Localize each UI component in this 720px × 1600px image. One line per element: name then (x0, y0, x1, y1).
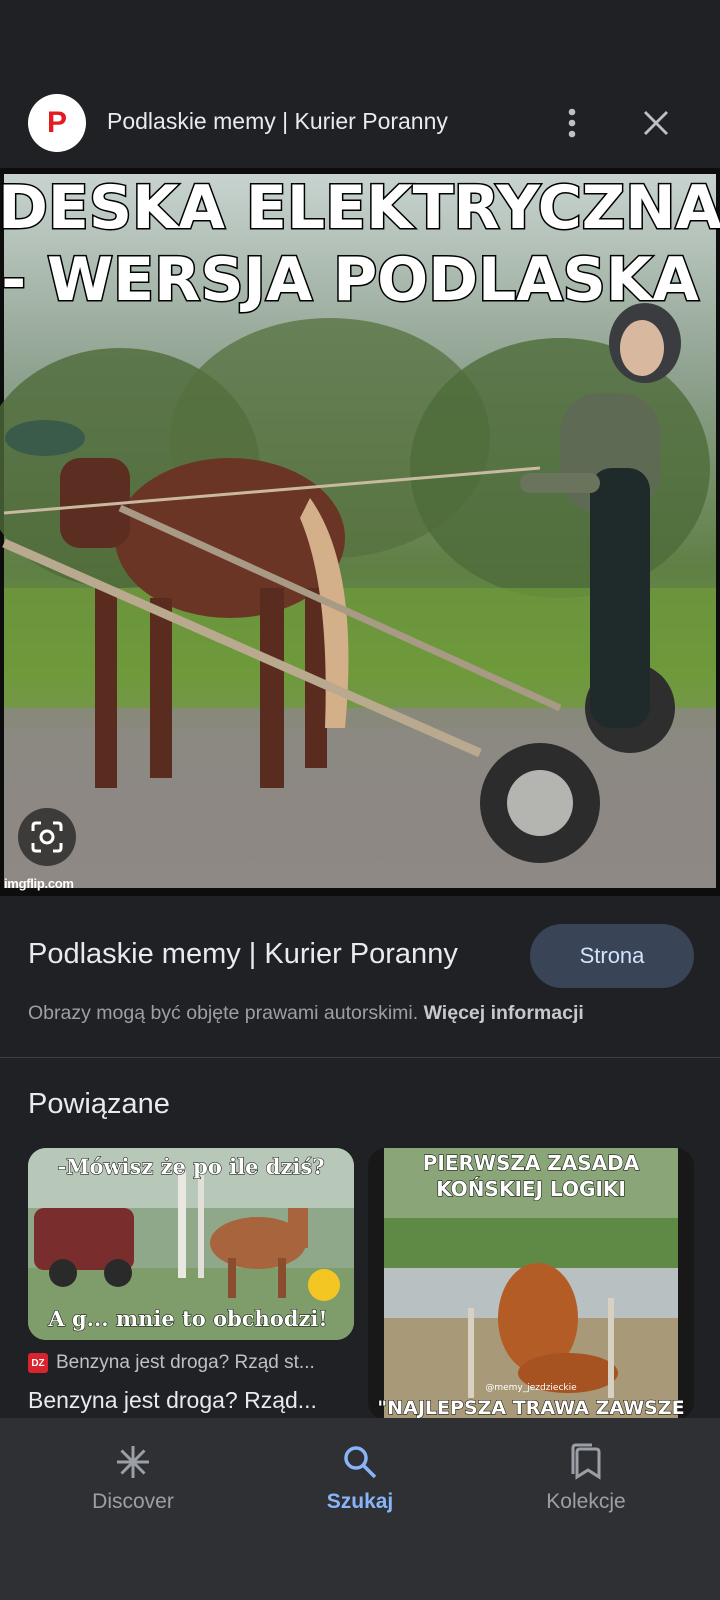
related-card-bottom-text: "NAJLEPSZA TRAWA ZAWSZE (377, 1397, 684, 1419)
top-bar: P Podlaskie memy | Kurier Poranny (0, 78, 720, 168)
more-info-link[interactable]: Więcej informacji (424, 1002, 584, 1024)
image-watermark: imgflip.com (4, 876, 74, 891)
related-card-credit: @memy_jezdzieckie (485, 1383, 577, 1393)
status-bar (0, 0, 720, 78)
visit-site-button[interactable]: Strona (530, 924, 694, 988)
related-card-top-text: -Mówisz że po ile dziś? (57, 1154, 324, 1179)
site-logo[interactable]: P (28, 94, 86, 152)
source-favicon: DZ (28, 1353, 48, 1373)
related-card-top-text: PIERWSZA ZASADA (423, 1151, 640, 1175)
nav-label: Szukaj (326, 1490, 394, 1513)
bottom-nav: Discover Szukaj Kolekcje (0, 1418, 720, 1600)
lens-button[interactable] (18, 808, 76, 866)
copyright-text: Obrazy mogą być objęte prawami autorskim… (28, 1002, 419, 1024)
bookmarks-icon (571, 1443, 601, 1480)
nav-collections[interactable]: Kolekcje (506, 1440, 666, 1514)
source-name: Benzyna jest droga? Rząd st... (56, 1352, 315, 1373)
search-icon (344, 1446, 377, 1479)
related-card-picture: PIERWSZA ZASADA KOŃSKIEJ LOGIKI @memy_je… (368, 1148, 694, 1420)
meme-picture: DESKA ELEKTRYCZNA - WERSJA PODLASKA (0, 172, 720, 888)
page-title: Podlaskie memy | Kurier Poranny (107, 108, 448, 134)
image-source-title[interactable]: Podlaskie memy | Kurier Poranny (28, 938, 458, 971)
more-vert-icon (568, 108, 576, 138)
related-heading: Powiązane (28, 1088, 170, 1120)
nav-label: Kolekcje (546, 1490, 626, 1513)
main-image[interactable]: DESKA ELEKTRYCZNA - WERSJA PODLASKA (0, 168, 720, 896)
nav-discover[interactable]: Discover (53, 1440, 213, 1514)
related-card-top-text: KOŃSKIEJ LOGIKI (436, 1177, 626, 1201)
related-card-image[interactable]: -Mówisz że po ile dziś? A g... mnie to o… (28, 1148, 354, 1340)
more-button[interactable] (552, 100, 592, 146)
related-card-title[interactable]: Benzyna jest droga? Rząd... (28, 1387, 317, 1414)
asterisk-icon (117, 1446, 149, 1478)
close-icon (644, 111, 668, 135)
meme-caption-line1: DESKA ELEKTRYCZNA (0, 173, 720, 243)
copyright-notice: Obrazy mogą być objęte prawami autorskim… (28, 1002, 584, 1025)
nav-search[interactable]: Szukaj (280, 1440, 440, 1514)
related-card-bottom-text: A g... mnie to obchodzi! (47, 1306, 327, 1331)
nav-label: Discover (92, 1490, 174, 1513)
lens-icon (31, 821, 63, 853)
related-card-picture: -Mówisz że po ile dziś? A g... mnie to o… (28, 1148, 354, 1340)
meme-caption-line2: - WERSJA PODLASKA (1, 245, 699, 315)
divider (0, 1057, 720, 1058)
related-card-image[interactable]: PIERWSZA ZASADA KOŃSKIEJ LOGIKI @memy_je… (368, 1148, 694, 1420)
close-button[interactable] (636, 100, 676, 146)
related-card-source[interactable]: DZ Benzyna jest droga? Rząd st... (28, 1352, 315, 1374)
